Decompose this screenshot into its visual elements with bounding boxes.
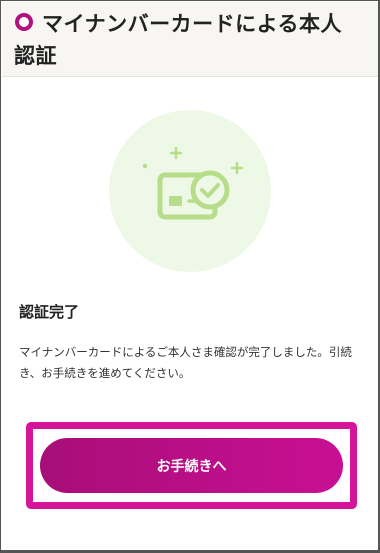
page-header: マイナンバーカードによる本人 認証 bbox=[2, 2, 378, 77]
page-title: マイナンバーカードによる本人 認証 bbox=[14, 8, 372, 68]
proceed-button[interactable]: お手続きへ bbox=[40, 438, 343, 493]
page-title-line1: マイナンバーカードによる本人 bbox=[42, 12, 342, 36]
page-title-line2: 認証 bbox=[14, 44, 57, 68]
status-title: 認証完了 bbox=[19, 303, 80, 321]
card-check-illustration bbox=[109, 110, 271, 272]
card-check-icon bbox=[142, 146, 244, 220]
screen-frame: マイナンバーカードによる本人 認証 認証完了 マイナンバーカードによるご本人さま… bbox=[0, 0, 380, 553]
circle-ring-icon bbox=[15, 13, 33, 31]
status-message: マイナンバーカードによるご本人さま確認が完了しました。引続き、お手続きを進めてく… bbox=[19, 345, 352, 380]
